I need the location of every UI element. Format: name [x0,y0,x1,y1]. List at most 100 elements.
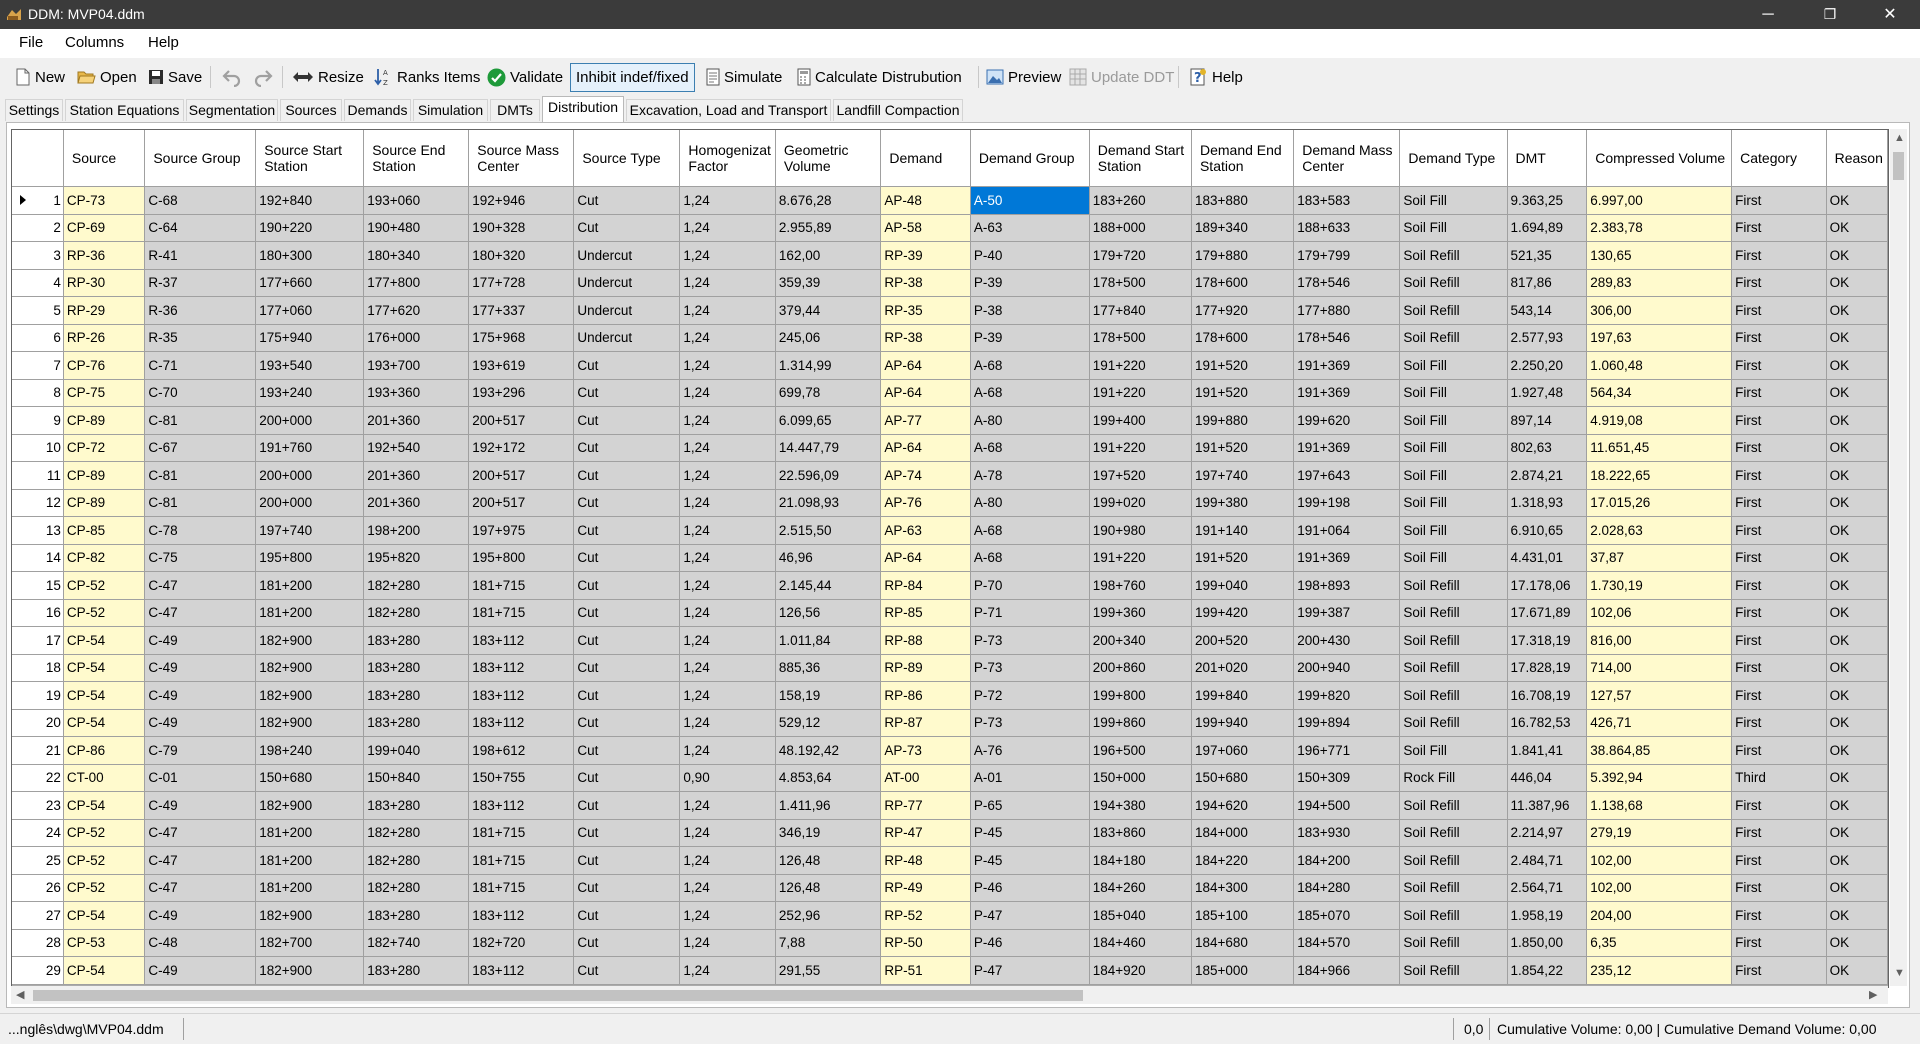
cell-reason[interactable]: OK [1826,269,1888,297]
cell-source-group[interactable]: C-67 [144,434,257,462]
cell-source-mass-center[interactable]: 177+337 [468,296,575,325]
cell-source-end-station[interactable]: 193+060 [363,186,470,215]
validate-button[interactable]: Validate [487,65,563,89]
cell-geometric-volume[interactable]: 2.515,50 [775,516,882,545]
cell-source-end-station[interactable]: 182+280 [363,846,470,875]
cell-demand-end-station[interactable]: 191+520 [1191,544,1295,572]
cell-source-start-station[interactable]: 191+760 [255,434,365,462]
cell-homogenizat-factor[interactable]: 1,24 [679,901,776,930]
cell-source-end-station[interactable]: 192+540 [363,434,470,462]
cell-reason[interactable]: OK [1826,544,1888,572]
cell-demand-start-station[interactable]: 188+000 [1089,214,1192,242]
cell-dmt[interactable]: 2.214,97 [1507,819,1588,847]
cell-demand-end-station[interactable]: 199+380 [1191,489,1295,517]
cell-dmt[interactable]: 2.577,93 [1507,324,1588,352]
cell-source-start-station[interactable]: 198+240 [255,736,365,765]
cell-source-type[interactable]: Undercut [573,296,681,325]
horizontal-scrollbar[interactable]: ◀ ▶ [11,986,1888,1004]
cell-demand-end-station[interactable]: 199+420 [1191,599,1295,627]
cell-demand[interactable]: RP-39 [880,241,971,270]
cell-category[interactable]: First [1731,901,1827,930]
cell-homogenizat-factor[interactable]: 1,24 [679,186,776,215]
cell-demand-mass-center[interactable]: 191+369 [1293,434,1401,462]
cell-compressed-volume[interactable]: 18.222,65 [1586,461,1733,490]
cell-demand[interactable]: AP-63 [880,516,971,545]
cell-source-group[interactable]: C-49 [144,681,257,710]
cell-demand-start-station[interactable]: 199+860 [1089,709,1192,737]
cell-source-group[interactable]: R-41 [144,241,257,270]
cell-demand-type[interactable]: Soil Refill [1399,929,1508,957]
cell-demand-group[interactable]: A-80 [970,406,1090,435]
cell-category[interactable]: First [1731,709,1827,737]
cell-category[interactable]: First [1731,654,1827,682]
cell-source-type[interactable]: Cut [573,434,681,462]
cell-source-group[interactable]: C-49 [144,956,257,985]
table-row[interactable]: 15 CP-52 C-47 181+200 182+280 181+715 Cut 1,24 2… [12,571,1888,600]
cell-reason[interactable]: OK [1826,489,1888,517]
cell-demand-type[interactable]: Soil Refill [1399,901,1508,930]
cell-source[interactable]: CP-52 [63,819,146,847]
cell-demand-end-station[interactable]: 201+020 [1191,654,1295,682]
cell-source[interactable]: CP-72 [63,434,146,462]
cell-source-end-station[interactable]: 201+360 [363,406,470,435]
cell-source-mass-center[interactable]: 183+112 [468,654,575,682]
cell-reason[interactable]: OK [1826,241,1888,270]
table-row[interactable]: 8 CP-75 C-70 193+240 193+360 193+296 Cut 1,24 69… [12,379,1888,407]
column-header-demand-type[interactable]: Demand Type [1399,130,1508,187]
table-row[interactable]: 23 CP-54 C-49 182+900 183+280 183+112 Cut 1,24 1… [12,791,1888,820]
cell-source-mass-center[interactable]: 182+720 [468,929,575,957]
cell-compressed-volume[interactable]: 2.383,78 [1586,214,1733,242]
cell-demand[interactable]: RP-86 [880,681,971,710]
cell-source-group[interactable]: C-81 [144,461,257,490]
table-row[interactable]: 9 CP-89 C-81 200+000 201+360 200+517 Cut 1,24 6.… [12,406,1888,435]
cell-demand-mass-center[interactable]: 183+583 [1293,186,1401,215]
cell-source-group[interactable]: C-47 [144,846,257,875]
cell-homogenizat-factor[interactable]: 1,24 [679,681,776,710]
cell-source[interactable]: CP-54 [63,681,146,710]
cell-compressed-volume[interactable]: 1.060,48 [1586,351,1733,380]
cell-source-end-station[interactable]: 183+280 [363,791,470,820]
cell-demand-start-station[interactable]: 184+460 [1089,929,1192,957]
column-header-homogenizat-factor[interactable]: Homogenizat Factor [679,130,776,187]
cell-source-type[interactable]: Cut [573,351,681,380]
cell-source-start-station[interactable]: 200+000 [255,461,365,490]
cell-geometric-volume[interactable]: 126,48 [775,846,882,875]
cell-demand-type[interactable]: Soil Refill [1399,791,1508,820]
cell-compressed-volume[interactable]: 2.028,63 [1586,516,1733,545]
cell-category[interactable]: First [1731,379,1827,407]
cell-reason[interactable]: OK [1826,516,1888,545]
cell-source[interactable]: CP-89 [63,461,146,490]
cell-demand-group[interactable]: A-68 [970,434,1090,462]
cell-demand-mass-center[interactable]: 185+070 [1293,901,1401,930]
cell-demand-group[interactable]: A-80 [970,489,1090,517]
cell-demand-end-station[interactable]: 183+880 [1191,186,1295,215]
cell-demand[interactable]: AP-48 [880,186,971,215]
tab-simulation[interactable]: Simulation [413,99,488,121]
row-header[interactable]: 17 [12,626,64,655]
table-row[interactable]: 24 CP-52 C-47 181+200 182+280 181+715 Cut 1,24 3… [12,819,1888,847]
cell-demand-type[interactable]: Soil Fill [1399,736,1508,765]
cell-source-type[interactable]: Cut [573,186,681,215]
column-header-source[interactable]: Source [63,130,146,187]
table-row[interactable]: 18 CP-54 C-49 182+900 183+280 183+112 Cut 1,24 8… [12,654,1888,682]
cell-demand-type[interactable]: Soil Fill [1399,379,1508,407]
cell-geometric-volume[interactable]: 699,78 [775,379,882,407]
table-row[interactable]: 7 CP-76 C-71 193+540 193+700 193+619 Cut 1,24 1.… [12,351,1888,380]
cell-reason[interactable]: OK [1826,296,1888,325]
cell-geometric-volume[interactable]: 7,88 [775,929,882,957]
tab-sources[interactable]: Sources [280,99,342,121]
cell-source-group[interactable]: C-49 [144,709,257,737]
cell-dmt[interactable]: 1.927,48 [1507,379,1588,407]
cell-geometric-volume[interactable]: 252,96 [775,901,882,930]
table-row[interactable]: 28 CP-53 C-48 182+700 182+740 182+720 Cut 1,24 7… [12,929,1888,957]
scroll-down-icon[interactable]: ▼ [1894,967,1905,979]
cell-demand[interactable]: RP-35 [880,296,971,325]
cell-demand-start-station[interactable]: 183+260 [1089,186,1192,215]
cell-demand-start-station[interactable]: 199+360 [1089,599,1192,627]
cell-demand-mass-center[interactable]: 178+546 [1293,324,1401,352]
cell-source-mass-center[interactable]: 181+715 [468,599,575,627]
cell-geometric-volume[interactable]: 46,96 [775,544,882,572]
cell-homogenizat-factor[interactable]: 1,24 [679,214,776,242]
cell-source[interactable]: CP-85 [63,516,146,545]
cell-demand-end-station[interactable]: 199+880 [1191,406,1295,435]
